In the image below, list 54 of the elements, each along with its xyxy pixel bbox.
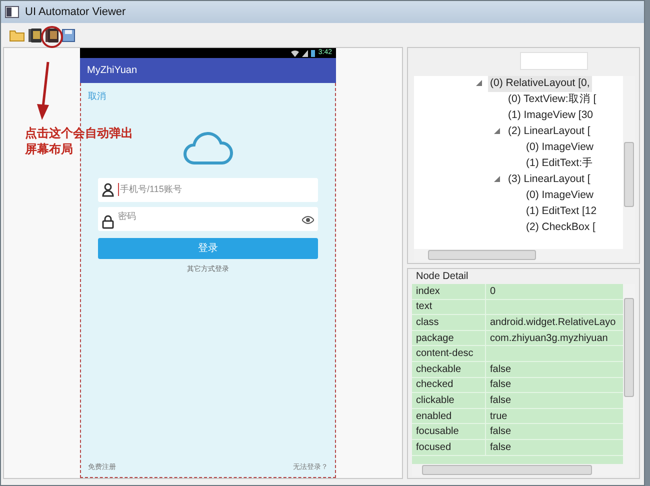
tree-node[interactable]: (0) RelativeLayout [0,: [488, 76, 592, 92]
property-value: false: [490, 378, 512, 392]
property-name: clickable: [416, 394, 454, 408]
device-screenshot-icon[interactable]: [45, 28, 59, 42]
eye-icon[interactable]: [302, 216, 314, 224]
expanded-triangle-icon[interactable]: [476, 80, 482, 86]
property-value: android.widget.RelativeLayo: [490, 316, 616, 330]
property-name: checkable: [416, 362, 462, 377]
tree-node[interactable]: (2) CheckBox [: [524, 220, 598, 236]
tree-node[interactable]: (0) ImageView: [524, 188, 596, 204]
property-name: index: [416, 284, 440, 299]
tree-node[interactable]: (1) ImageView [30: [506, 108, 596, 124]
tree-node[interactable]: (2) LinearLayout [: [506, 124, 592, 140]
expanded-triangle-icon[interactable]: [494, 176, 500, 182]
person-icon: [102, 182, 114, 196]
property-value: true: [490, 410, 508, 424]
tree-node[interactable]: (1) EditText [12: [524, 204, 599, 220]
cloud-logo-icon: [182, 130, 234, 166]
property-value: false: [490, 440, 512, 455]
property-value: false: [490, 394, 512, 408]
device-screenshot-icon[interactable]: [28, 28, 42, 42]
annotation-circle: [41, 26, 63, 48]
property-value: com.zhiyuan3g.myzhiyuan: [490, 332, 608, 346]
node-detail-title: Node Detail: [415, 270, 470, 284]
lock-icon: [102, 214, 114, 228]
tree-node[interactable]: (0) ImageView: [524, 140, 596, 156]
property-name: class: [416, 316, 439, 330]
property-value: 0: [490, 284, 496, 299]
property-value: false: [490, 425, 512, 440]
tree-node[interactable]: (3) LinearLayout [: [506, 172, 592, 188]
property-value: false: [490, 362, 512, 377]
property-name: checked: [416, 378, 454, 392]
app-icon: [5, 6, 19, 18]
tree-node[interactable]: (0) TextView:取消 [: [506, 92, 598, 108]
expanded-triangle-icon[interactable]: [494, 128, 500, 134]
password-input-field[interactable]: 密码: [98, 206, 318, 230]
filter-field[interactable]: [520, 52, 588, 70]
property-name: text: [416, 300, 432, 314]
battery-icon: [311, 50, 316, 56]
property-name: enabled: [416, 410, 452, 424]
property-name: package: [416, 332, 454, 346]
annotation-text: 点击这个会自动弹出: [25, 125, 133, 141]
phone-input-field[interactable]: 手机号/115账号: [98, 178, 318, 202]
property-name: content-desc: [416, 347, 474, 362]
window-title: UI Automator Viewer: [25, 4, 126, 20]
annotation-text: 屏幕布局: [25, 141, 73, 157]
save-icon[interactable]: [62, 28, 75, 42]
app-title: MyZhiYuan: [87, 64, 138, 78]
property-name: focused: [416, 440, 452, 455]
tree-node[interactable]: (1) EditText:手: [524, 156, 596, 172]
annotation-arrow: [34, 61, 52, 121]
signal-icon: [302, 50, 308, 56]
property-name: focusable: [416, 425, 459, 440]
wifi-icon: [291, 50, 300, 56]
